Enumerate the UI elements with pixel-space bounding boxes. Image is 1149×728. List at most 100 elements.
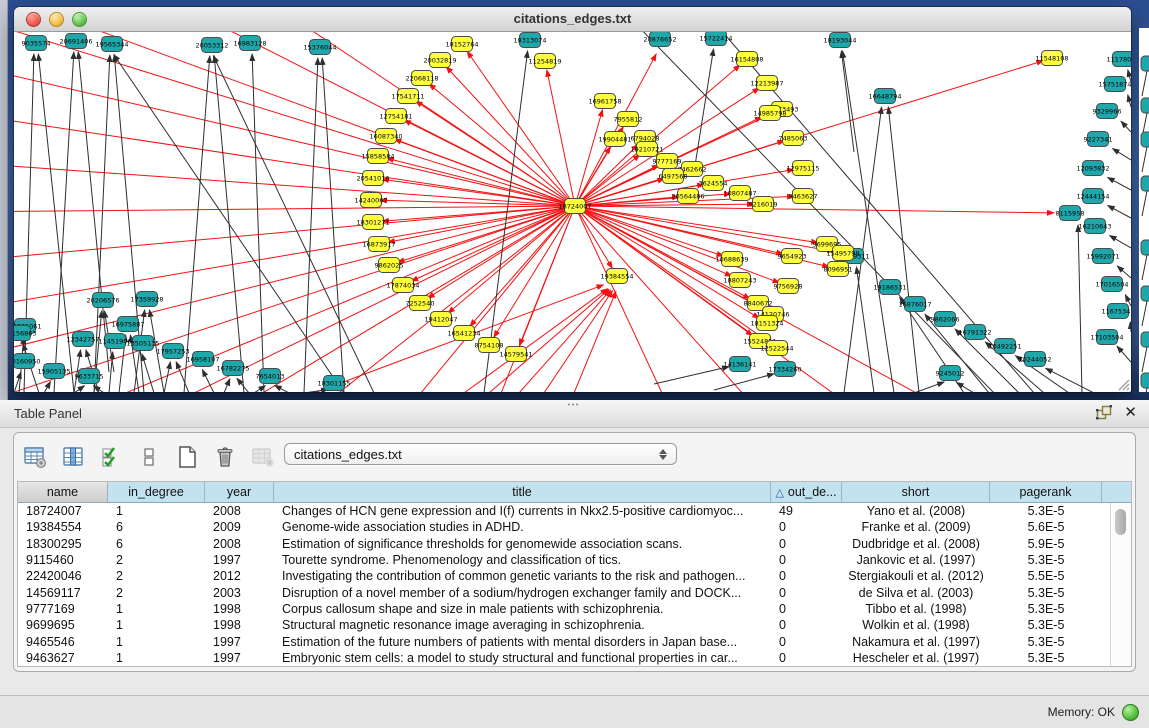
cell-year[interactable]: 1998 bbox=[205, 602, 274, 616]
graph-node[interactable]: 19412047 bbox=[424, 312, 457, 327]
cell-name[interactable]: 9699695 bbox=[18, 618, 108, 632]
column-header-out_de[interactable]: △out_de... bbox=[771, 482, 842, 502]
graph-node[interactable]: 10688639 bbox=[715, 252, 748, 267]
cell-title[interactable]: Structural magnetic resonance image aver… bbox=[274, 618, 771, 632]
table-row[interactable]: 911546021997Tourette syndrome. Phenomeno… bbox=[18, 552, 1111, 568]
graph-node[interactable]: 18301271 bbox=[356, 215, 389, 230]
graph-node[interactable]: 15858584 bbox=[361, 149, 394, 164]
cell-pagerank[interactable]: 5.3E-5 bbox=[990, 586, 1102, 600]
cell-year[interactable]: 2008 bbox=[205, 537, 274, 551]
graph-node[interactable]: 20876652 bbox=[643, 32, 676, 47]
float-panel-icon[interactable] bbox=[1096, 405, 1112, 421]
cell-in_degree[interactable]: 2 bbox=[108, 586, 205, 600]
graph-node[interactable]: 15722414 bbox=[699, 32, 732, 46]
cell-title[interactable]: Changes of HCN gene expression and I(f) … bbox=[274, 504, 771, 518]
graph-node[interactable]: 7955812 bbox=[614, 112, 643, 127]
cell-pagerank[interactable]: 5.3E-5 bbox=[990, 602, 1102, 616]
cell-in_degree[interactable]: 1 bbox=[108, 651, 205, 665]
cell-short[interactable]: Hescheler et al. (1997) bbox=[842, 651, 990, 665]
graph-node[interactable]: 20206576 bbox=[86, 293, 119, 308]
cell-year[interactable]: 2003 bbox=[205, 586, 274, 600]
cell-short[interactable]: de Silva et al. (2003) bbox=[842, 586, 990, 600]
graph-node[interactable]: 16648794 bbox=[868, 89, 901, 104]
graph-node[interactable]: 14136141 bbox=[723, 357, 756, 372]
graph-node[interactable]: 10492251 bbox=[988, 339, 1021, 354]
graph-node[interactable]: 11178042 bbox=[1106, 52, 1131, 67]
cell-in_degree[interactable]: 1 bbox=[108, 635, 205, 649]
graph-node[interactable]: 9862066 bbox=[931, 312, 960, 327]
graph-node[interactable]: 3624554 bbox=[699, 176, 728, 191]
cell-name[interactable]: 19384554 bbox=[18, 520, 108, 534]
graph-node[interactable]: 9633715 bbox=[75, 369, 104, 384]
cell-in_degree[interactable]: 1 bbox=[108, 602, 205, 616]
table-row[interactable]: 1938455462009Genome-wide association stu… bbox=[18, 519, 1111, 535]
network-window[interactable]: citations_edges.txt 90355742069140619565… bbox=[14, 7, 1131, 392]
cell-out_de[interactable]: 0 bbox=[771, 618, 842, 632]
graph-node[interactable]: 7654013 bbox=[256, 369, 285, 384]
cell-name[interactable]: 9777169 bbox=[18, 602, 108, 616]
graph-node[interactable]: 14240067 bbox=[354, 193, 387, 208]
graph-node[interactable]: 6497568 bbox=[659, 169, 688, 184]
graph-node[interactable]: 11675341 bbox=[1101, 304, 1131, 319]
cell-title[interactable]: Genome-wide association studies in ADHD. bbox=[274, 520, 771, 534]
graph-node[interactable]: 20541016 bbox=[356, 171, 389, 186]
scrollbar-thumb[interactable] bbox=[1115, 509, 1126, 535]
graph-node[interactable]: 9329966 bbox=[1093, 104, 1122, 119]
graph-node[interactable]: 19904481 bbox=[598, 132, 631, 147]
cell-short[interactable]: Dudbridge et al. (2008) bbox=[842, 537, 990, 551]
cell-out_de[interactable]: 0 bbox=[771, 651, 842, 665]
graph-node[interactable]: 11548108 bbox=[1035, 51, 1068, 66]
graph-node[interactable]: 16961758 bbox=[588, 94, 621, 109]
cell-pagerank[interactable]: 5.3E-5 bbox=[990, 553, 1102, 567]
graph-node[interactable]: 17957253 bbox=[156, 344, 189, 359]
graph-node[interactable]: 18313074 bbox=[513, 33, 546, 48]
graph-node[interactable]: 16983128 bbox=[233, 36, 266, 51]
cell-title[interactable]: Disruption of a novel member of a sodium… bbox=[274, 586, 771, 600]
graph-node[interactable]: 17541711 bbox=[391, 89, 424, 104]
cell-name[interactable]: 22420046 bbox=[18, 569, 108, 583]
deselect-all-icon[interactable] bbox=[136, 444, 162, 470]
graph-node[interactable]: 9756928 bbox=[774, 279, 803, 294]
graph-node[interactable]: 6216019 bbox=[749, 197, 778, 212]
resize-grip-icon[interactable] bbox=[1116, 377, 1130, 391]
table-scrollbar[interactable] bbox=[1110, 503, 1131, 666]
graph-node[interactable]: 12444154 bbox=[1076, 189, 1109, 204]
cell-out_de[interactable]: 0 bbox=[771, 520, 842, 534]
cell-in_degree[interactable]: 2 bbox=[108, 569, 205, 583]
graph-node[interactable]: 18152764 bbox=[445, 37, 478, 52]
cell-pagerank[interactable]: 5.3E-5 bbox=[990, 504, 1102, 518]
cell-name[interactable]: 9115460 bbox=[18, 553, 108, 567]
cell-out_de[interactable]: 49 bbox=[771, 504, 842, 518]
table-options-icon[interactable] bbox=[22, 444, 48, 470]
graph-node[interactable]: 17103504 bbox=[1090, 330, 1123, 345]
table-row[interactable]: 1830029562008Estimation of significance … bbox=[18, 536, 1111, 552]
graph-node[interactable]: 18301155 bbox=[317, 376, 350, 391]
cell-short[interactable]: Franke et al. (2009) bbox=[842, 520, 990, 534]
graph-node[interactable]: 9035574 bbox=[22, 36, 51, 51]
cell-in_degree[interactable]: 6 bbox=[108, 537, 205, 551]
graph-node[interactable]: 16975887 bbox=[111, 317, 144, 332]
column-header-pagerank[interactable]: pagerank bbox=[990, 482, 1102, 502]
column-header-name[interactable]: name bbox=[18, 482, 108, 502]
cell-out_de[interactable]: 0 bbox=[771, 553, 842, 567]
graph-node[interactable]: 12093832 bbox=[1076, 161, 1109, 176]
graph-node[interactable]: 19565344 bbox=[95, 37, 128, 52]
graph-node[interactable]: 20032819 bbox=[423, 53, 456, 68]
panel-divider-grip[interactable] bbox=[566, 402, 580, 407]
graph-node[interactable]: 16541234 bbox=[447, 326, 480, 341]
column-header-year[interactable]: year bbox=[205, 482, 274, 502]
cell-short[interactable]: Nakamura et al. (1997) bbox=[842, 635, 990, 649]
cell-pagerank[interactable]: 5.6E-5 bbox=[990, 520, 1102, 534]
table-row[interactable]: 1872400712008Changes of HCN gene express… bbox=[18, 503, 1111, 519]
graph-node[interactable]: 15905135 bbox=[37, 364, 70, 379]
table-row[interactable]: 977716911998Corpus callosum shape and si… bbox=[18, 601, 1111, 617]
cell-title[interactable]: Corpus callosum shape and size in male p… bbox=[274, 602, 771, 616]
select-all-icon[interactable] bbox=[98, 444, 124, 470]
cell-year[interactable]: 2009 bbox=[205, 520, 274, 534]
graph-node[interactable]: 11254819 bbox=[528, 54, 561, 69]
graph-node[interactable]: 16958107 bbox=[186, 352, 219, 367]
cell-pagerank[interactable]: 5.3E-5 bbox=[990, 651, 1102, 665]
cell-out_de[interactable]: 0 bbox=[771, 569, 842, 583]
cell-pagerank[interactable]: 5.5E-5 bbox=[990, 569, 1102, 583]
graph-node[interactable]: 12342757 bbox=[66, 332, 99, 347]
